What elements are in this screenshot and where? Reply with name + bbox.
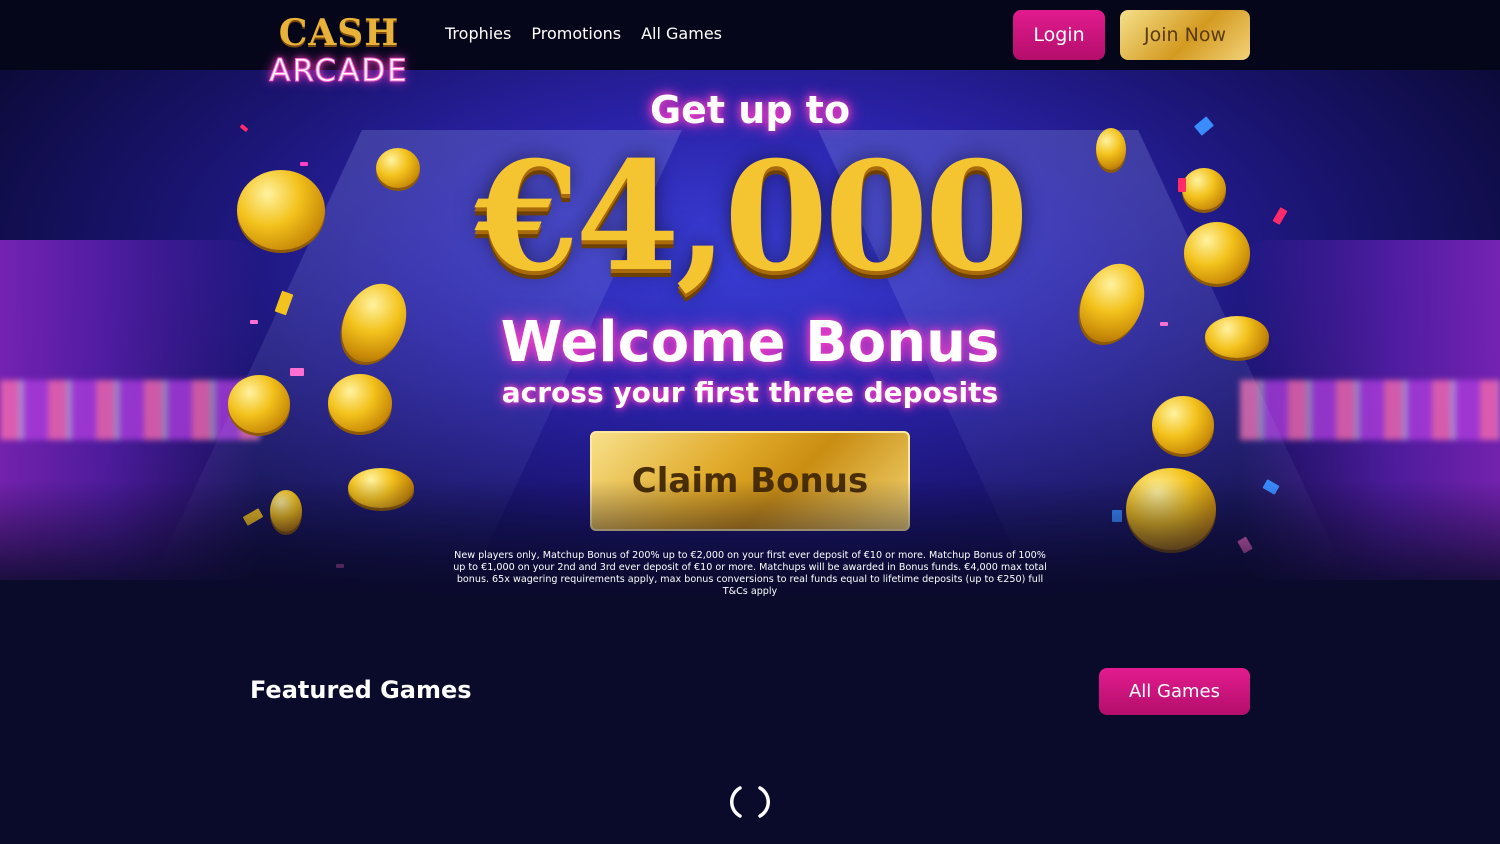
top-header: CASH ARCADE Trophies Promotions All Game… — [0, 0, 1500, 89]
hero-subtitle: across your first three deposits — [501, 376, 999, 409]
login-button[interactable]: Login — [1013, 10, 1105, 60]
cash-arcade-logo[interactable]: CASH ARCADE — [254, 12, 424, 92]
featured-games-heading: Featured Games — [250, 676, 472, 704]
confetti-icon — [1237, 536, 1253, 554]
hero-banner: Get up to €4,000 Welcome Bonus across yo… — [0, 70, 1500, 600]
hero-welcome-bonus: Welcome Bonus — [500, 310, 1000, 375]
main-nav: Trophies Promotions All Games — [445, 24, 722, 43]
nav-promotions[interactable]: Promotions — [531, 24, 621, 43]
claim-bonus-button[interactable]: Claim Bonus — [590, 431, 910, 531]
nav-trophies[interactable]: Trophies — [445, 24, 511, 43]
logo-arcade-text: ARCADE — [269, 53, 409, 89]
gold-coin-icon — [1126, 468, 1216, 550]
confetti-icon — [1262, 479, 1280, 495]
gold-coin-icon — [348, 468, 414, 508]
confetti-icon — [242, 508, 264, 526]
confetti-icon — [336, 564, 344, 568]
confetti-icon — [1112, 510, 1122, 522]
nav-all-games[interactable]: All Games — [641, 24, 722, 43]
join-now-button[interactable]: Join Now — [1120, 10, 1250, 60]
gold-coin-icon — [270, 490, 302, 532]
hero-bonus-amount: €4,000 — [474, 129, 1029, 305]
logo-cash-text: CASH — [278, 12, 400, 54]
loading-spinner-icon — [730, 786, 770, 818]
bonus-terms-text: New players only, Matchup Bonus of 200% … — [453, 550, 1047, 597]
all-games-button[interactable]: All Games — [1099, 668, 1250, 715]
